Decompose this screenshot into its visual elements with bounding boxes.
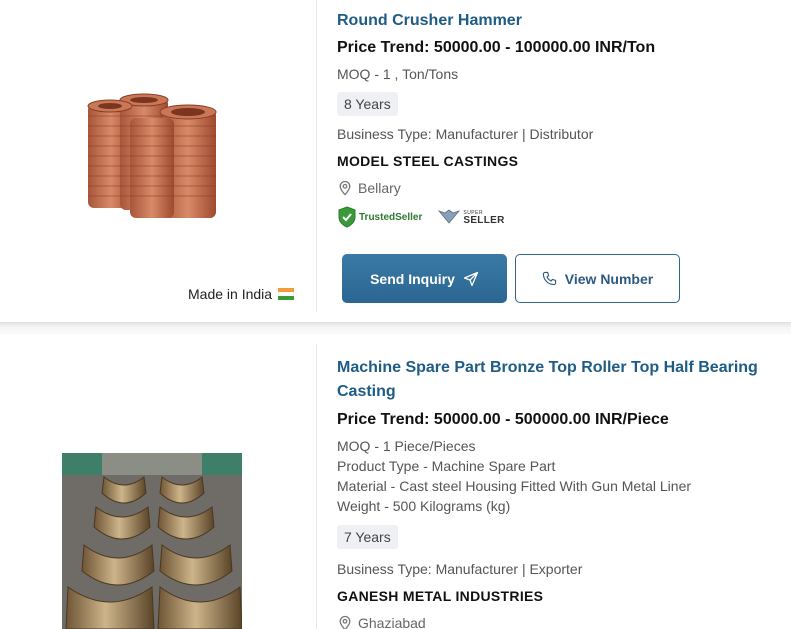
product-title[interactable]: Round Crusher Hammer xyxy=(337,9,771,33)
location-text: Bellary xyxy=(358,180,401,196)
made-in-india-label: Made in India xyxy=(188,286,295,302)
company-name[interactable]: GANESH METAL INDUSTRIES xyxy=(337,588,771,604)
product-type-detail: Product Type - Machine Spare Part xyxy=(337,458,556,474)
price-trend: Price Trend: 50000.00 - 500000.00 INR/Pi… xyxy=(337,411,669,428)
made-in-text: Made in India xyxy=(188,286,273,302)
send-inquiry-label: Send Inquiry xyxy=(370,270,455,287)
trusted-seller-badge: TrustedSeller xyxy=(337,206,422,228)
trusted-seller-text: TrustedSeller xyxy=(359,211,423,223)
super-seller-badge: SUPER SELLER xyxy=(438,209,505,226)
business-type: Business Type: Manufacturer | Distributo… xyxy=(337,126,594,142)
map-pin-icon xyxy=(339,180,351,196)
phone-icon xyxy=(542,271,556,286)
location: Ghaziabad xyxy=(337,615,771,629)
moq-detail: MOQ - 1 , Ton/Tons xyxy=(337,66,459,82)
seller-badges: TrustedSeller SUPER SELLER xyxy=(337,206,771,228)
location: Bellary xyxy=(337,180,771,196)
product-image[interactable] xyxy=(62,453,242,629)
years-badge: 8 Years xyxy=(337,92,398,116)
send-icon xyxy=(463,271,479,286)
view-number-label: View Number xyxy=(564,270,654,287)
super-seller-main-text: SELLER xyxy=(463,215,505,226)
material-detail: Material - Cast steel Housing Fitted Wit… xyxy=(337,478,692,494)
moq-detail: MOQ - 1 Piece/Pieces xyxy=(337,438,476,454)
send-inquiry-button[interactable]: Send Inquiry xyxy=(342,254,507,303)
divider xyxy=(316,344,317,629)
map-pin-icon xyxy=(339,615,351,629)
company-name[interactable]: MODEL STEEL CASTINGS xyxy=(337,153,771,169)
product-details: MOQ - 1 Piece/Pieces Product Type - Mach… xyxy=(337,436,771,516)
business-type: Business Type: Manufacturer | Exporter xyxy=(337,561,583,577)
card-separator xyxy=(0,322,791,334)
view-number-button[interactable]: View Number xyxy=(515,254,680,303)
price-trend: Price Trend: 50000.00 - 100000.00 INR/To… xyxy=(337,39,656,56)
divider xyxy=(316,0,317,312)
weight-detail: Weight - 500 Kilograms (kg) xyxy=(337,498,511,514)
super-seller-icon xyxy=(438,209,461,224)
india-flag-icon xyxy=(278,288,295,300)
location-text: Ghaziabad xyxy=(358,615,426,629)
product-info: Round Crusher Hammer Price Trend: 50000.… xyxy=(337,9,771,228)
trusted-seller-icon xyxy=(338,206,356,228)
product-image[interactable] xyxy=(80,92,225,220)
product-info: Machine Spare Part Bronze Top Roller Top… xyxy=(337,356,771,629)
years-badge: 7 Years xyxy=(337,525,398,549)
product-card: Made in India Round Crusher Hammer Price… xyxy=(0,0,791,322)
product-card: Machine Spare Part Bronze Top Roller Top… xyxy=(0,334,791,629)
product-title[interactable]: Machine Spare Part Bronze Top Roller Top… xyxy=(337,356,771,404)
